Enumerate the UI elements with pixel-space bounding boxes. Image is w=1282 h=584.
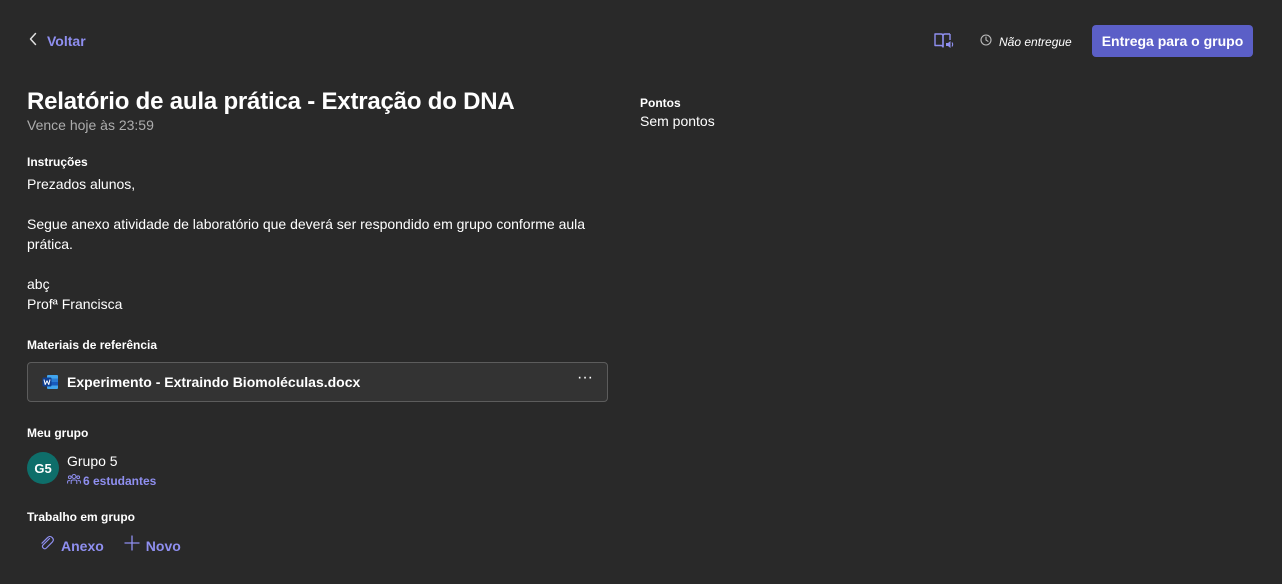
my-group-label: Meu grupo [27, 426, 89, 440]
instructions-line: abç [27, 276, 50, 292]
people-icon [67, 472, 81, 490]
back-button[interactable]: Voltar [28, 30, 86, 52]
assignment-details: Relatório de aula prática - Extração do … [27, 86, 612, 554]
top-bar: Voltar Não entregue Entrega para o grupo [0, 0, 1282, 82]
reference-materials-label: Materiais de referência [27, 338, 158, 352]
new-label: Novo [145, 537, 181, 554]
due-date: Vence hoje às 23:59 [27, 117, 154, 133]
reference-file-card[interactable]: Experimento - Extraindo Biomoléculas.doc… [27, 362, 608, 402]
submit-group-button[interactable]: Entrega para o grupo [1092, 25, 1253, 57]
new-button[interactable]: Novo [124, 535, 181, 556]
group-name: Grupo 5 [67, 453, 118, 469]
immersive-reader-button[interactable] [933, 31, 955, 51]
attach-label: Anexo [61, 537, 104, 554]
points-value: Sem pontos [640, 113, 715, 129]
points-panel: Pontos Sem pontos [640, 96, 715, 129]
instructions-spacer [27, 254, 607, 274]
clock-icon [980, 33, 992, 51]
group-work-label: Trabalho em grupo [27, 510, 136, 524]
word-document-icon [42, 374, 59, 390]
group-card: G5 Grupo 5 6 estudantes [27, 452, 156, 490]
more-options-button[interactable]: ··· [575, 370, 595, 390]
instructions-text: Prezados alunos, Segue anexo atividade d… [27, 174, 607, 314]
instructions-spacer [27, 194, 607, 214]
status-text: Não entregue [999, 35, 1072, 49]
assignment-title: Relatório de aula prática - Extração do … [27, 88, 515, 115]
group-avatar: G5 [27, 452, 59, 484]
group-members-link[interactable]: 6 estudantes [67, 472, 156, 490]
back-label: Voltar [47, 33, 86, 49]
chevron-left-icon [28, 32, 38, 51]
instructions-line: Prezados alunos, [27, 176, 136, 192]
instructions-label: Instruções [27, 155, 88, 169]
paperclip-icon [39, 535, 55, 556]
plus-icon [124, 535, 140, 556]
instructions-line: Profª Francisca [27, 296, 123, 312]
points-label: Pontos [640, 96, 681, 110]
submission-status: Não entregue [980, 33, 1072, 51]
attach-button[interactable]: Anexo [39, 535, 104, 556]
instructions-line: Segue anexo atividade de laboratório que… [27, 216, 586, 252]
immersive-reader-icon [933, 33, 955, 55]
group-members-count: 6 estudantes [83, 474, 157, 488]
group-info: Grupo 5 6 estudantes [67, 452, 156, 490]
reference-file-name: Experimento - Extraindo Biomoléculas.doc… [67, 374, 361, 390]
group-work-actions: Anexo Novo [39, 535, 181, 556]
